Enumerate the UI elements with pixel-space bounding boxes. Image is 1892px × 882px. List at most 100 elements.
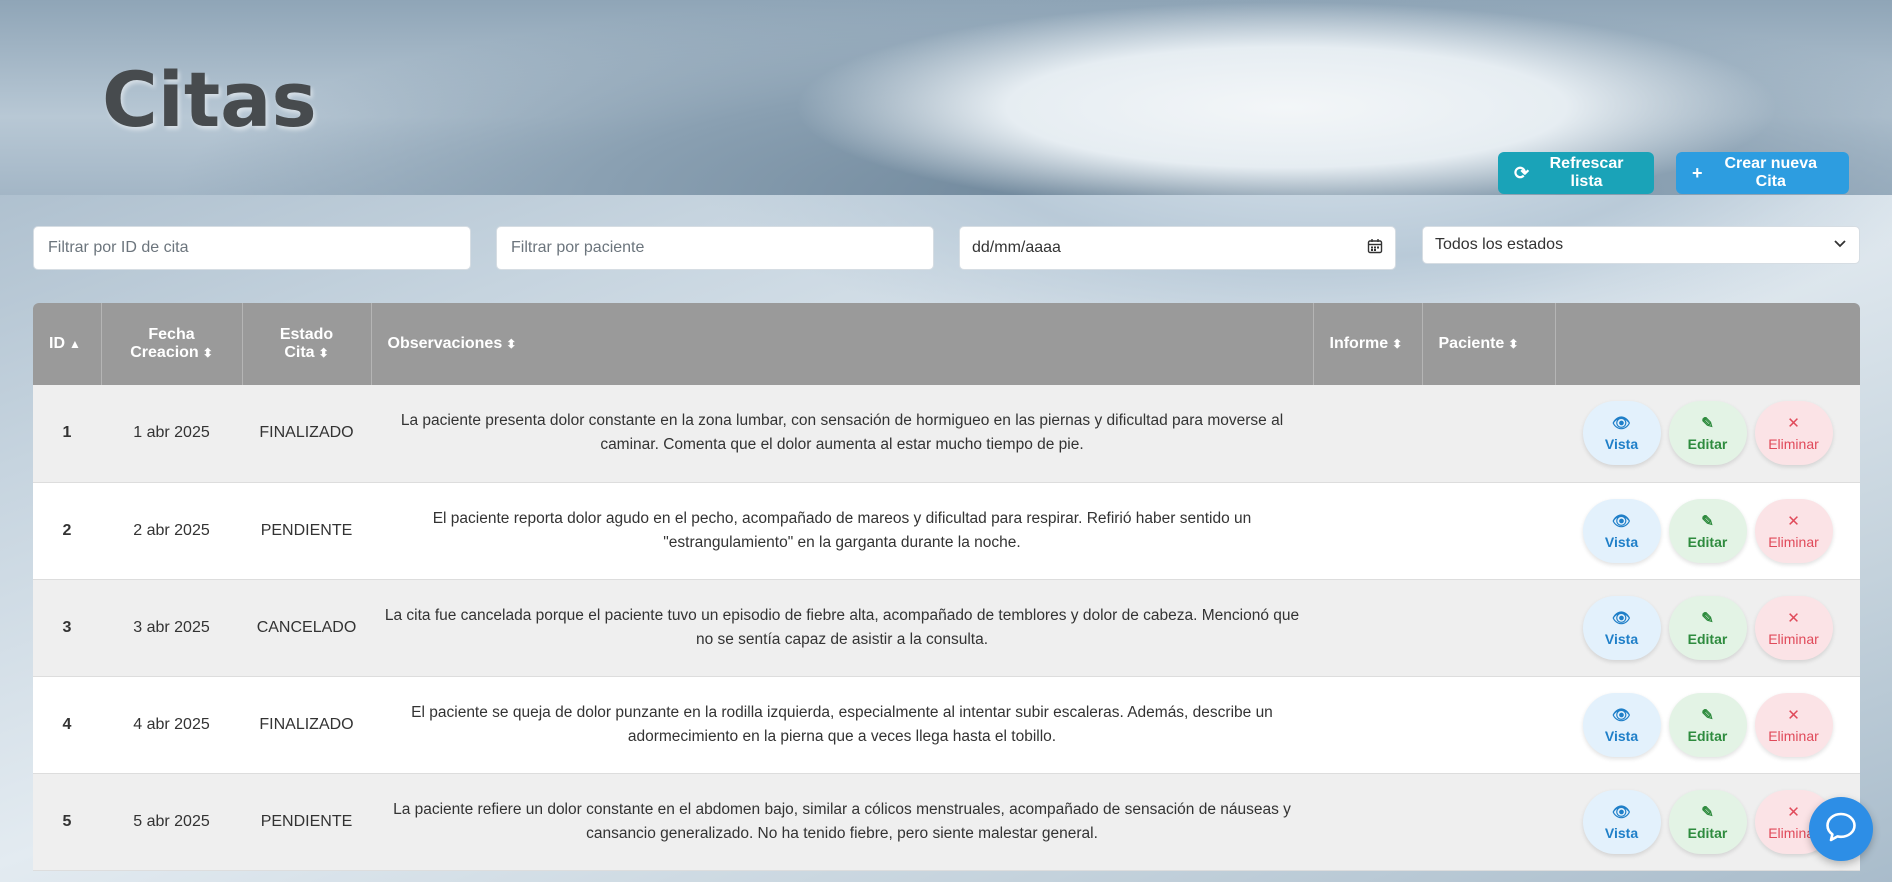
sort-icon: ⬍ [202,346,213,360]
create-label: Crear nueva Cita [1724,155,1818,190]
appointments-table: ID ▲ Fecha Creacion ⬍ Estado Cita ⬍ Observa… [33,303,1860,882]
view-button[interactable]: 👁 Vista [1582,789,1661,854]
column-header-informe[interactable]: Informe ⬍ [1313,303,1423,385]
date-filter-value: dd/mm/aaaa [972,239,1061,256]
eye-icon: 👁 [1611,512,1632,530]
cell-informe [1313,385,1422,483]
sort-icon: ▲ [69,337,81,351]
eye-icon: 👁 [1611,609,1632,627]
column-header-observaciones[interactable]: Observaciones ⬍ [371,303,1314,385]
pencil-icon: ✎ [1701,512,1714,530]
chevron-down-icon [1833,236,1847,255]
delete-button[interactable]: ✕ Eliminar [1754,498,1833,563]
status-filter-select[interactable]: Todos los estados [1422,226,1860,264]
sort-icon: ⬍ [318,346,329,360]
pencil-icon: ✎ [1701,803,1714,821]
cell-id: 3 [33,579,101,677]
date-filter-field[interactable]: dd/mm/aaaa [959,226,1396,270]
edit-button[interactable]: ✎ Editar [1668,595,1747,660]
refresh-icon: ⟳ [1514,162,1530,183]
eye-icon: 👁 [1611,803,1632,821]
view-button[interactable]: 👁 Vista [1582,498,1661,563]
cell-actions: 👁 Vista ✎ Editar ✕ Eliminar [1555,385,1860,483]
cell-observaciones: La cita fue cancelada porque el paciente… [371,579,1313,677]
cell-fecha: 4 abr 2025 [101,676,242,774]
delete-button[interactable]: ✕ Eliminar [1754,692,1833,757]
cell-fecha: 5 abr 2025 [101,773,242,871]
cell-id: 1 [33,385,101,483]
cell-paciente [1422,385,1555,483]
edit-button[interactable]: ✎ Editar [1668,692,1747,757]
column-header-estado[interactable]: Estado Cita ⬍ [242,303,372,385]
eye-icon: 👁 [1611,706,1632,724]
refresh-button[interactable]: ⟳ Refrescar lista [1498,152,1654,194]
cell-observaciones: El paciente reporta dolor agudo en el pe… [371,482,1313,580]
close-icon: ✕ [1787,415,1800,433]
id-filter-input[interactable] [46,238,458,258]
sort-icon: ⬍ [506,337,517,351]
column-header-id[interactable]: ID ▲ [33,303,102,385]
view-button[interactable]: 👁 Vista [1582,692,1661,757]
cell-paciente [1422,482,1555,580]
view-button[interactable]: 👁 Vista [1582,595,1661,660]
close-icon: ✕ [1787,803,1800,821]
cell-fecha: 3 abr 2025 [101,579,242,677]
table-row: 44 abr 2025 FINALIZADO El paciente se quej… [33,676,1860,774]
cell-estado: CANCELADO [242,579,371,677]
cell-observaciones: La paciente presenta dolor constante en … [371,385,1313,483]
pencil-icon: ✎ [1701,706,1714,724]
create-appointment-button[interactable]: + Crear nueva Cita [1676,152,1849,194]
cell-id: 2 [33,482,101,580]
patient-filter-field[interactable] [496,226,934,270]
cell-paciente [1422,773,1555,871]
pencil-icon: ✎ [1701,609,1714,627]
chat-icon [1824,810,1858,849]
column-header-paciente[interactable]: Paciente ⬍ [1422,303,1556,385]
patient-filter-input[interactable] [509,238,921,258]
chat-button[interactable] [1809,797,1873,861]
delete-button[interactable]: ✕ Eliminar [1754,401,1833,466]
cell-informe [1313,579,1422,677]
pencil-icon: ✎ [1701,415,1714,433]
close-icon: ✕ [1787,512,1800,530]
calendar-icon[interactable] [1367,238,1383,259]
table-row: 11 abr 2025 FINALIZADO La paciente present… [33,385,1860,483]
cell-fecha: 2 abr 2025 [101,482,242,580]
status-filter-value: Todos los estados [1435,236,1564,253]
cell-estado: PENDIENTE [242,482,371,580]
cell-estado: FINALIZADO [242,385,371,483]
plus-icon: + [1692,162,1703,183]
refresh-label: Refrescar lista [1549,155,1624,190]
header-banner: Citas ⟳ Refrescar lista + Crear nueva Ci… [0,0,1892,195]
cell-actions: 👁 Vista ✎ Editar ✕ Eliminar [1555,676,1860,774]
sort-icon: ⬍ [1508,337,1519,351]
table-row: 55 abr 2025 PENDIENTE La paciente refiere … [33,773,1860,871]
cell-actions: 👁 Vista ✎ Editar ✕ Eliminar [1555,579,1860,677]
cell-informe [1313,773,1422,871]
cell-id: 4 [33,676,101,774]
column-header-fecha[interactable]: Fecha Creacion ⬍ [101,303,243,385]
cell-actions: 👁 Vista ✎ Editar ✕ Eliminar [1555,482,1860,580]
page-title: Citas [102,55,317,144]
delete-button[interactable]: ✕ Eliminar [1754,595,1833,660]
sort-icon: ⬍ [1392,337,1403,351]
view-button[interactable]: 👁 Vista [1582,401,1661,466]
cell-estado: PENDIENTE [242,773,371,871]
cell-id: 5 [33,773,101,871]
edit-button[interactable]: ✎ Editar [1668,789,1747,854]
eye-icon: 👁 [1611,415,1632,433]
cell-informe [1313,482,1422,580]
cell-informe [1313,676,1422,774]
cell-paciente [1422,676,1555,774]
cell-estado: FINALIZADO [242,676,371,774]
close-icon: ✕ [1787,609,1800,627]
cell-observaciones: El paciente se queja de dolor punzante e… [371,676,1313,774]
edit-button[interactable]: ✎ Editar [1668,498,1747,563]
cell-fecha: 1 abr 2025 [101,385,242,483]
table-row: 22 abr 2025 PENDIENTE El paciente reporta … [33,482,1860,580]
cell-observaciones: La paciente refiere un dolor constante e… [371,773,1313,871]
cell-paciente [1422,579,1555,677]
column-header-actions [1555,303,1860,385]
edit-button[interactable]: ✎ Editar [1668,401,1747,466]
id-filter-field[interactable] [33,226,471,270]
